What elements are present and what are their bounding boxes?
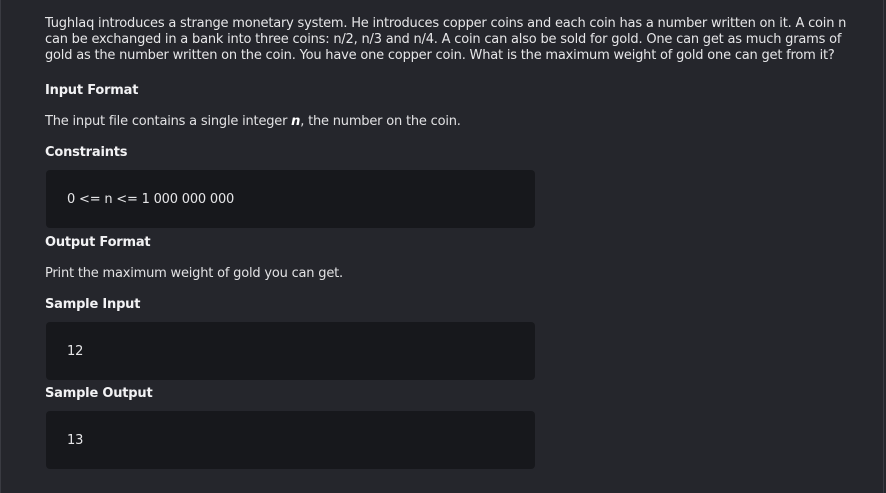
input-format-heading: Input Format (45, 83, 139, 98)
sample-output-code-block: 13 (46, 411, 535, 469)
sample-input-code-block: 12 (46, 322, 535, 380)
problem-panel: Tughlaq introduces a strange monetary sy… (0, 0, 884, 493)
input-format-after: , the number on the coin. (300, 114, 461, 129)
input-format-before: The input file contains a single integer (45, 114, 292, 129)
problem-statement: Tughlaq introduces a strange monetary sy… (45, 16, 847, 63)
output-format-heading: Output Format (45, 235, 151, 250)
sample-output-value: 13 (67, 432, 84, 448)
constraints-heading: Constraints (45, 145, 128, 160)
constraints-code-block: 0 <= n <= 1 000 000 000 (46, 170, 535, 228)
sample-input-heading: Sample Input (45, 297, 141, 312)
input-format-text: The input file contains a single integer… (45, 114, 461, 130)
constraints-value: 0 <= n <= 1 000 000 000 (67, 191, 235, 207)
output-format-text: Print the maximum weight of gold you can… (45, 266, 343, 281)
sample-input-value: 12 (67, 343, 84, 359)
sample-output-heading: Sample Output (45, 386, 153, 401)
input-format-variable: n (291, 114, 301, 129)
